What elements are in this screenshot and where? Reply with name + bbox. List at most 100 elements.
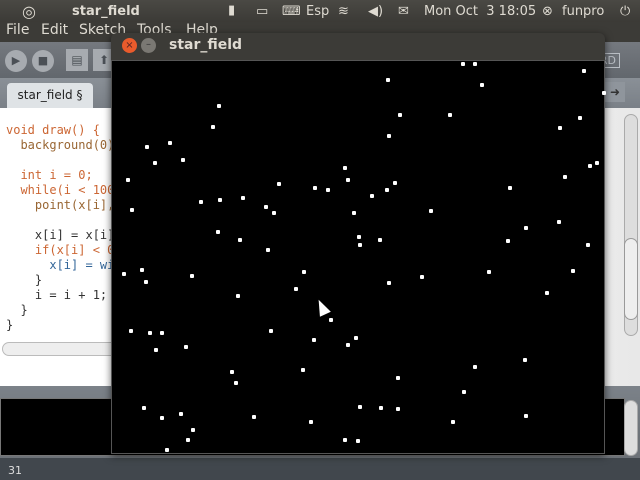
- star: [241, 196, 245, 200]
- star: [252, 415, 256, 419]
- star: [387, 281, 391, 285]
- volume-icon[interactable]: ◀): [368, 4, 383, 19]
- run-button[interactable]: ▶: [5, 50, 27, 72]
- star: [326, 188, 330, 192]
- star: [190, 274, 194, 278]
- star: [302, 270, 306, 274]
- ubuntu-logo-icon[interactable]: ◎: [22, 2, 36, 21]
- keyboard-layout[interactable]: Esp: [306, 4, 329, 19]
- console-scrollbar[interactable]: [624, 400, 638, 456]
- star: [269, 329, 273, 333]
- star: [448, 113, 452, 117]
- user-name[interactable]: funpro: [562, 4, 604, 19]
- star: [352, 211, 356, 215]
- star: [181, 158, 185, 162]
- star: [126, 178, 130, 182]
- star: [451, 420, 455, 424]
- star: [313, 186, 317, 190]
- window-title: star_field: [169, 37, 243, 53]
- star: [186, 438, 190, 442]
- code-text[interactable]: void draw() { background(0) int i = 0; w…: [6, 123, 114, 333]
- star: [211, 125, 215, 129]
- mail-icon[interactable]: ✉: [398, 4, 409, 19]
- star: [358, 405, 362, 409]
- star: [385, 188, 389, 192]
- star: [301, 368, 305, 372]
- close-button[interactable]: ×: [122, 38, 137, 53]
- stop-button[interactable]: ■: [32, 50, 54, 72]
- star: [216, 230, 220, 234]
- vertical-scrollbar-thumb[interactable]: [624, 238, 638, 320]
- menu-file[interactable]: File: [6, 22, 29, 38]
- mouse-cursor-icon: [313, 297, 331, 317]
- star: [480, 83, 484, 87]
- star: [588, 164, 592, 168]
- star: [184, 345, 188, 349]
- star: [558, 126, 562, 130]
- star: [578, 116, 582, 120]
- star: [238, 238, 242, 242]
- minimize-button[interactable]: –: [141, 38, 156, 53]
- star: [387, 134, 391, 138]
- star: [346, 343, 350, 347]
- star: [148, 331, 152, 335]
- status-bar: 31: [0, 458, 640, 480]
- star: [524, 414, 528, 418]
- new-button[interactable]: ▤: [66, 49, 88, 71]
- star: [129, 329, 133, 333]
- star: [160, 331, 164, 335]
- active-app-title: star_field: [72, 4, 140, 19]
- display-icon[interactable]: ▭: [256, 4, 268, 19]
- star: [130, 208, 134, 212]
- star: [393, 181, 397, 185]
- star: [506, 239, 510, 243]
- menu-edit[interactable]: Edit: [41, 22, 68, 38]
- star: [312, 338, 316, 342]
- star: [122, 272, 126, 276]
- star: [165, 448, 169, 452]
- star: [140, 268, 144, 272]
- star: [309, 420, 313, 424]
- star: [386, 78, 390, 82]
- star: [595, 161, 599, 165]
- power-icon[interactable]: ⏻: [620, 4, 630, 19]
- star: [545, 291, 549, 295]
- indicator-app-icon[interactable]: ▮: [228, 3, 235, 18]
- star: [396, 376, 400, 380]
- star: [160, 416, 164, 420]
- line-number: 31: [8, 464, 22, 477]
- star: [378, 238, 382, 242]
- star: [370, 194, 374, 198]
- star: [473, 365, 477, 369]
- keyboard-icon[interactable]: ⌨: [282, 4, 301, 19]
- star: [602, 91, 606, 95]
- tab-menu-arrow-icon[interactable]: ➜: [605, 82, 625, 102]
- clock[interactable]: Mon Oct 3 18:05: [424, 4, 536, 19]
- star: [429, 209, 433, 213]
- star: [153, 161, 157, 165]
- star: [144, 280, 148, 284]
- star: [142, 406, 146, 410]
- star: [234, 381, 238, 385]
- star: [557, 220, 561, 224]
- star: [294, 287, 298, 291]
- star: [343, 166, 347, 170]
- star: [154, 348, 158, 352]
- star: [582, 69, 586, 73]
- star: [487, 270, 491, 274]
- star: [217, 104, 221, 108]
- user-status-icon[interactable]: ⊗: [542, 4, 553, 19]
- star: [357, 235, 361, 239]
- star: [356, 439, 360, 443]
- star: [462, 390, 466, 394]
- star: [379, 406, 383, 410]
- tab-star-field[interactable]: star_field §: [7, 83, 93, 108]
- star: [179, 412, 183, 416]
- wifi-icon[interactable]: ≋: [338, 4, 349, 19]
- star: [264, 205, 268, 209]
- sketch-canvas[interactable]: [111, 60, 606, 454]
- star: [354, 336, 358, 340]
- star: [398, 113, 402, 117]
- star: [236, 294, 240, 298]
- sketch-window: × – star_field: [111, 33, 606, 454]
